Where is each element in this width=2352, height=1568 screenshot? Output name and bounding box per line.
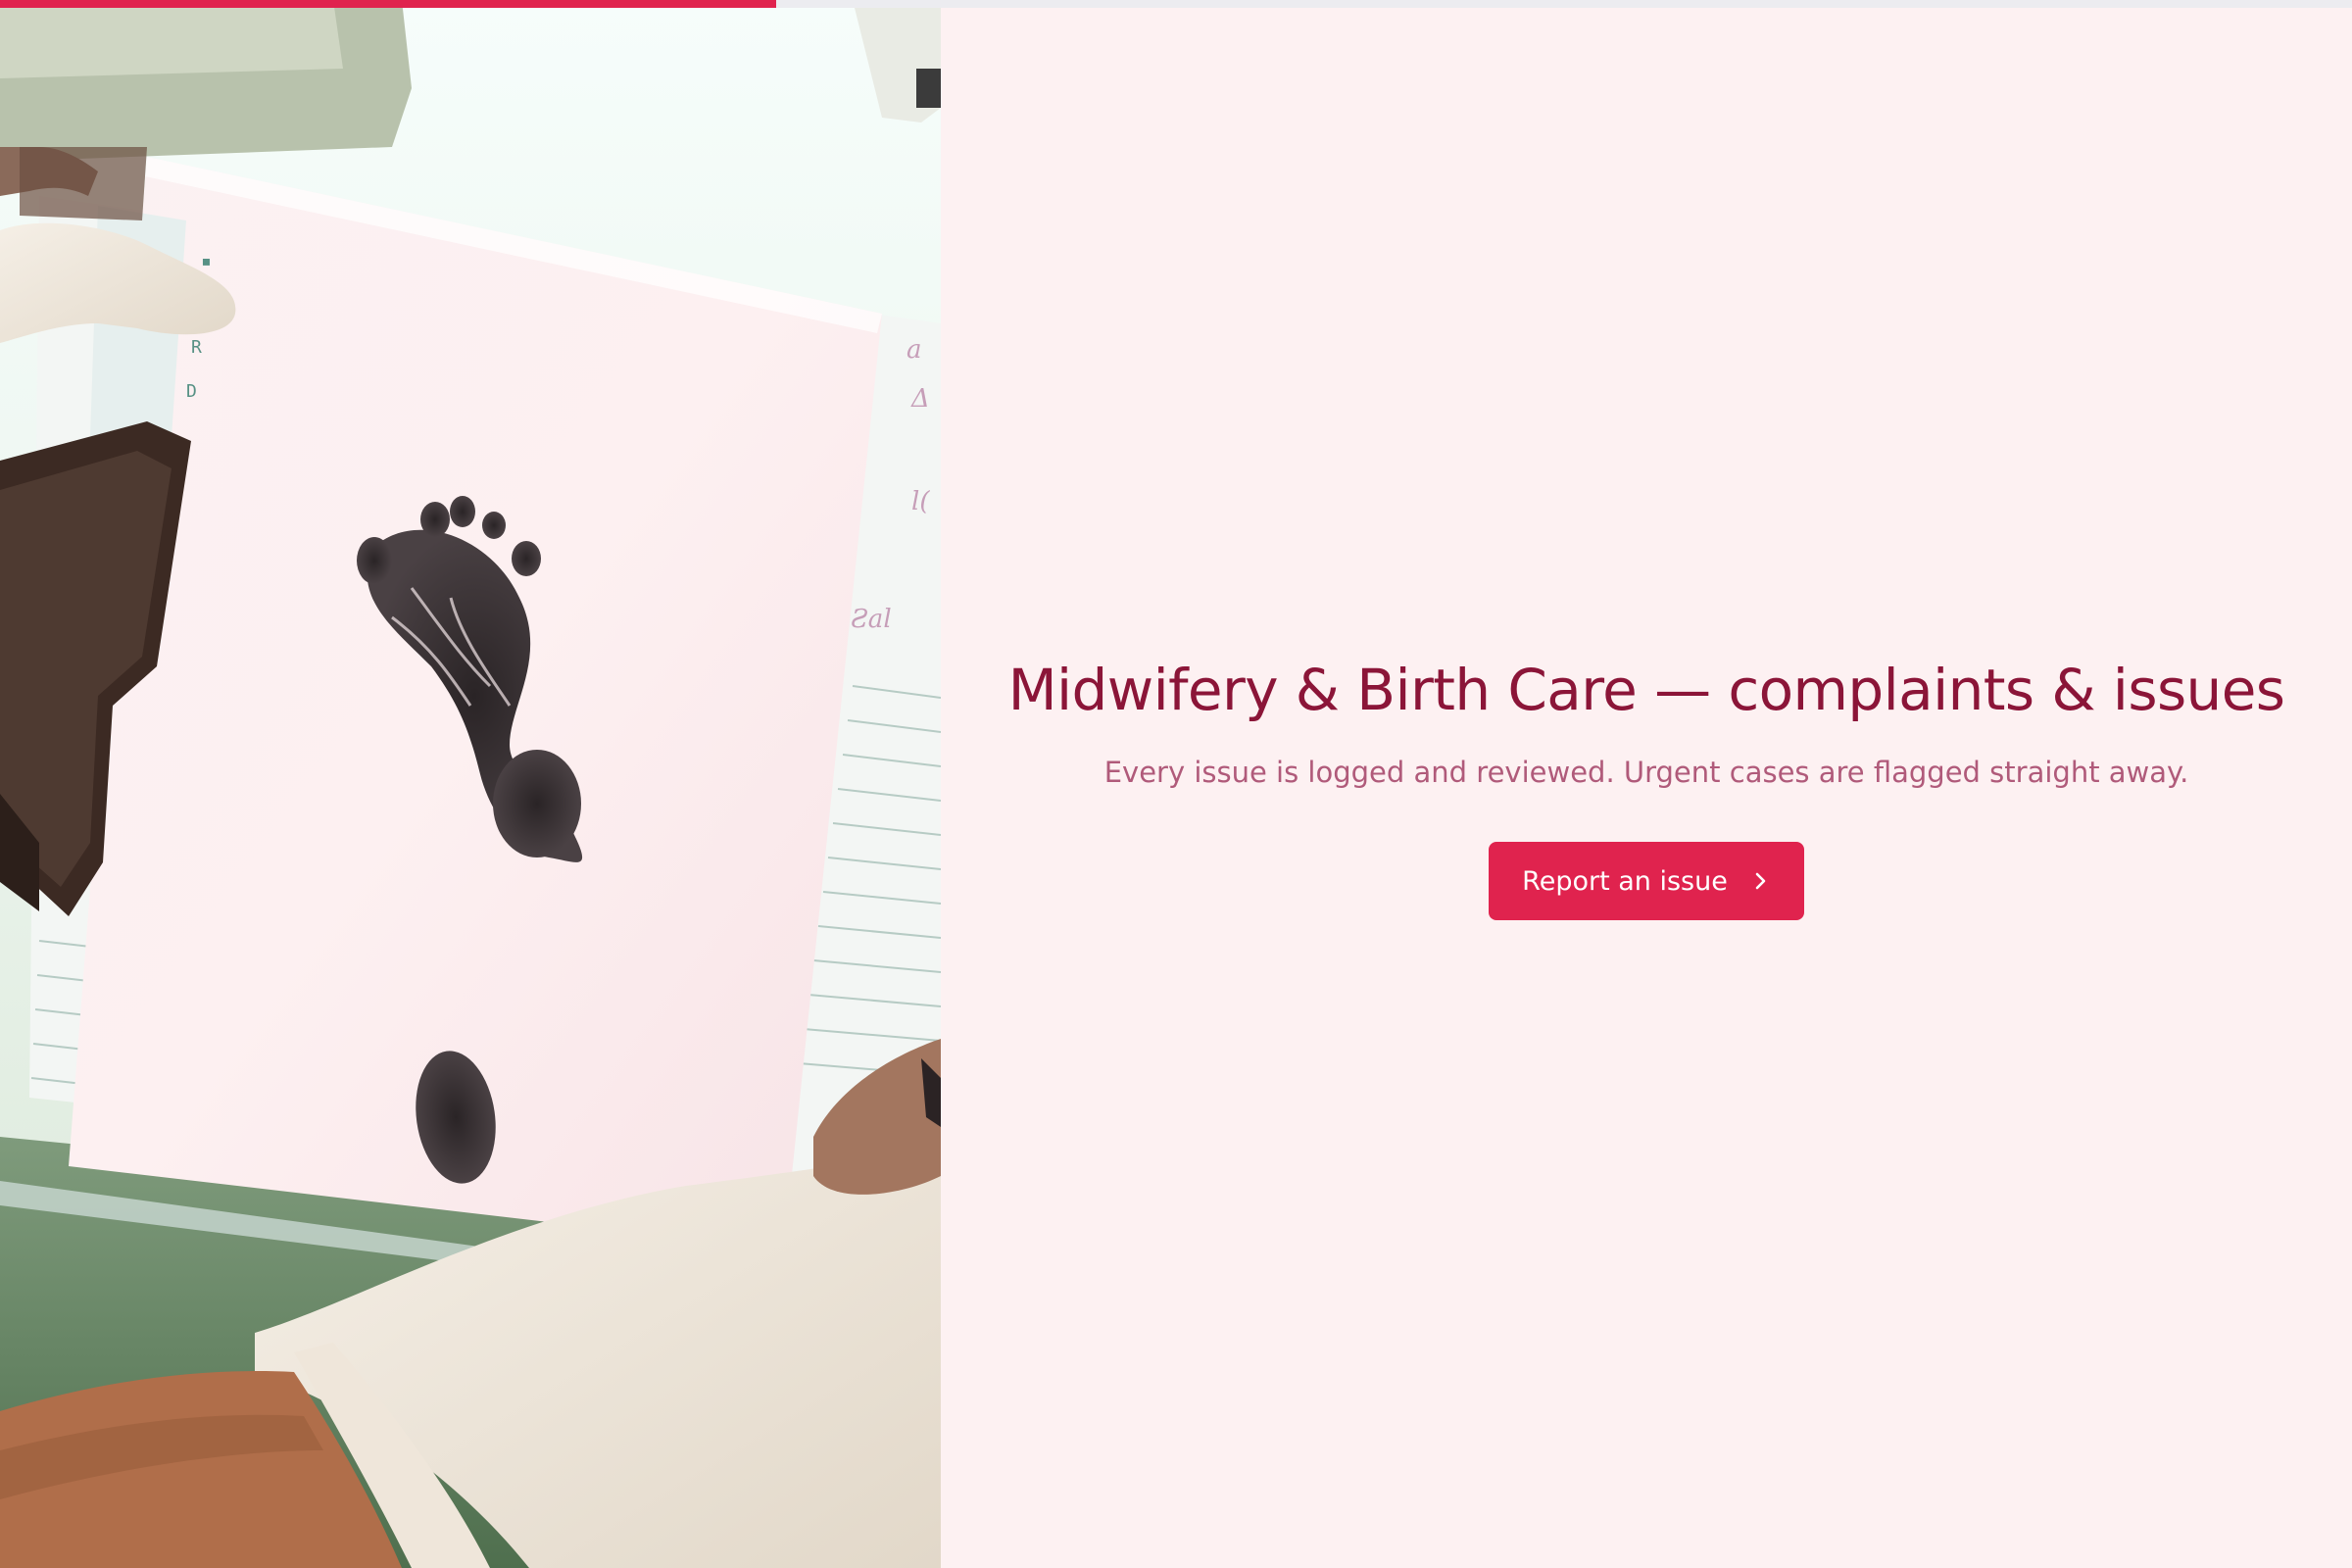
chevron-right-icon <box>1755 873 1766 890</box>
hero-text-block: Midwifery & Birth Care — complaints & is… <box>1007 656 2285 921</box>
svg-text:Δ: Δ <box>910 384 930 414</box>
svg-text:D: D <box>186 381 197 402</box>
svg-text:Ƨal: Ƨal <box>851 605 892 634</box>
page-title: Midwifery & Birth Care — complaints & is… <box>1007 656 2285 723</box>
svg-text:R: R <box>191 337 202 358</box>
page-subtitle: Every issue is logged and reviewed. Urge… <box>1103 756 2189 790</box>
progress-bar-fill <box>0 0 776 8</box>
main-content: Midwifery & Birth Care — complaints & is… <box>941 0 2352 1568</box>
page: a Δ l( Ƨal ▪ R D Midwifery & Birth Care … <box>0 0 2352 1568</box>
hero-illustration: a Δ l( Ƨal ▪ R D <box>0 0 941 1568</box>
svg-text:▪: ▪ <box>201 251 212 271</box>
report-issue-button-label: Report an issue <box>1522 865 1728 897</box>
hero-image: a Δ l( Ƨal ▪ R D <box>0 0 941 1568</box>
progress-bar <box>0 0 2352 8</box>
report-issue-button[interactable]: Report an issue <box>1489 842 1804 921</box>
svg-text:a: a <box>906 335 922 365</box>
svg-text:l(: l( <box>911 487 930 516</box>
